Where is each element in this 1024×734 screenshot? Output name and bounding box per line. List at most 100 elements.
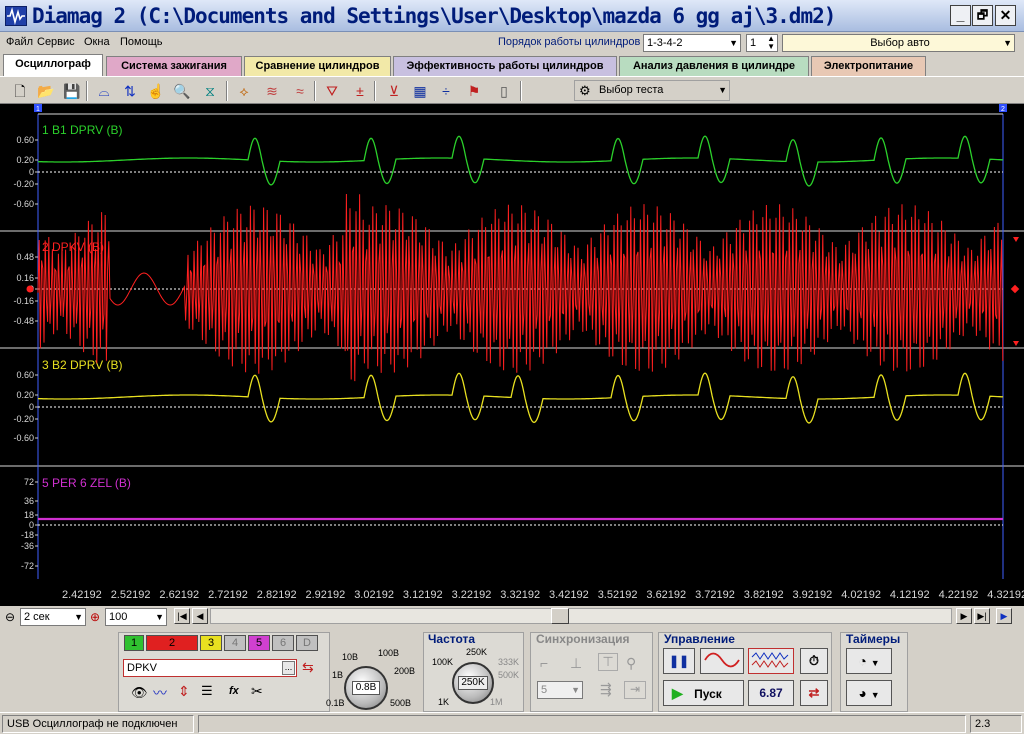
first-frame-button[interactable]: |◀ [174,608,190,624]
channel-button-1[interactable]: 1 [124,635,144,651]
sync-icon[interactable]: ⟡ [234,81,254,101]
tab-5[interactable]: Анализ давления в цилиндре [619,56,809,76]
math-function-icon[interactable]: fx [229,685,239,697]
frequency-knob[interactable]: 250K [452,662,494,704]
tab-2[interactable]: Система зажигания [106,56,242,76]
timer-1-button[interactable]: ◔ ▼ [846,648,892,674]
car-select[interactable]: Выбор авто ▼ [782,34,1015,52]
vertical-move-icon[interactable]: ⇕ [178,683,190,700]
flag-icon[interactable]: ⚑ [464,81,484,101]
channel-label: 1 B1 DPRV (B) [42,123,122,137]
invert-wave-icon[interactable]: 〰 [153,683,167,703]
divider-icon[interactable]: ÷ [436,81,456,101]
zoom-select[interactable]: 100 ▼ [105,608,167,626]
cyl-order-select[interactable]: 1-3-4-2 ▼ [643,34,741,52]
channel-button-2[interactable]: 2 [146,635,198,651]
timer-2-button[interactable]: ◕ ▼ [846,680,892,706]
waveform-mode-button[interactable] [748,648,794,674]
trigger-mode-icon[interactable]: ⊤ [598,653,618,671]
channel-button-4[interactable]: 4 [224,635,246,651]
x-tick-label: 2.62192 [159,589,199,601]
new-file-icon[interactable]: 🗋 [10,81,30,101]
voltage-knob[interactable]: 0.8B [344,666,388,710]
y-tick-label: 0.20 [16,390,34,400]
start-button[interactable]: ▶ Пуск [663,680,744,706]
grid-icon[interactable]: ▦ [410,81,430,101]
status-connection: USB Осциллограф не подключен [2,715,194,733]
y-tick-label: -36 [21,541,34,551]
status-version: 2.3 [970,715,1022,733]
y-tick-label: 0.60 [16,135,34,145]
cyl-order-label: Порядок работы цилиндров [498,36,641,48]
filter-icon[interactable]: ⧖ [200,81,220,101]
tab-6[interactable]: Электропитание [811,56,926,76]
y-tick-label: 0.60 [16,370,34,380]
y-tick-label: 0.48 [16,252,34,262]
channel-button-D[interactable]: D [296,635,318,651]
pause-icon[interactable]: ❚❚ [663,648,695,674]
rising-edge-icon[interactable]: ⌐ [540,655,548,671]
prev-frame-button[interactable]: ◀ [192,608,208,624]
menu-windows[interactable]: Окна [84,36,110,48]
channel-button-3[interactable]: 3 [200,635,222,651]
browse-button[interactable]: ... [282,661,295,675]
tab-1[interactable]: Осциллограф [3,54,103,76]
channel-button-5[interactable]: 5 [248,635,270,651]
sync-center-icon[interactable]: ⇥ [624,681,646,699]
chevron-down-icon: ▼ [571,685,580,695]
channel-name-field[interactable]: DPKV [123,659,297,677]
x-tick-label: 3.22192 [452,589,492,601]
channel-name-value: DPKV [127,662,157,674]
test-select[interactable]: Выбор теста ▼ [574,80,730,101]
trigger-probe-icon[interactable]: ⚲ [626,655,636,672]
menu-help[interactable]: Помощь [120,36,163,48]
x-tick-label: 3.52192 [598,589,638,601]
tools-icon[interactable]: ✂ [251,683,263,700]
save-icon[interactable]: 💾 [62,81,82,101]
play-button[interactable]: ▶ [996,608,1012,624]
swap-icon[interactable]: ⇆ [302,659,314,676]
cursor-a-icon[interactable]: ⌓ [94,81,114,101]
frequency-mark: 333K [498,657,520,667]
zoom-icon[interactable]: 🔍 [172,81,192,101]
smooth-icon[interactable]: ≋ [262,81,282,101]
scrollbar-thumb[interactable] [551,608,569,624]
auto-timer-icon[interactable]: ⏱ [800,648,828,674]
sync-offset-icon[interactable]: ⇶ [600,681,612,698]
car-select-label: Выбор авто [870,37,930,49]
eye-icon[interactable]: 👁 [131,685,148,701]
channel-label: 2 DPKV (B) [42,240,104,254]
test-filter-icon[interactable]: ⊻ [384,81,404,101]
next-frame-button[interactable]: ▶ [956,608,972,624]
last-frame-button[interactable]: ▶| [974,608,990,624]
page-icon[interactable]: ▯ [494,81,514,101]
oscilloscope-screen[interactable]: 1 2 0.60 0.20 0 -0.20 -0.60 1 B1 DPRV (B) 0.48 0.… [0,104,1024,606]
hand-icon[interactable]: ☝ [146,81,166,101]
tab-3[interactable]: Сравнение цилиндров [244,56,391,76]
sine-wave-button[interactable] [700,648,744,674]
zoom-out-icon[interactable]: ⊖ [5,610,15,624]
maximize-button[interactable]: 🗗 [972,5,993,26]
level-lines-icon[interactable]: ☰ [201,683,213,699]
zoom-in-icon[interactable]: ⊕ [90,610,100,624]
time-select[interactable]: 2 сек ▼ [20,608,86,626]
zero-icon[interactable]: ± [350,81,370,101]
channel-button-6[interactable]: 6 [272,635,294,651]
timeline-scrollbar[interactable] [210,608,952,624]
cursor-b-icon[interactable]: ⇅ [120,81,140,101]
tab-bar: Осциллограф Система зажигания Сравнение ци… [0,54,1024,76]
y-tick-label: -0.60 [13,433,34,443]
falling-edge-icon[interactable]: ⊥ [570,655,582,672]
sync-level-select[interactable]: 5 ▼ [537,681,583,699]
auto-run-icon[interactable]: ⇄ [800,680,828,706]
menu-service[interactable]: Сервис [37,36,75,48]
wave-icon[interactable]: ≈ [290,81,310,101]
menu-file[interactable]: Файл [6,36,33,48]
minimize-button[interactable]: _ [950,5,971,26]
tab-4[interactable]: Эффективность работы цилиндров [393,56,617,76]
timers-title: Таймеры [846,632,901,646]
close-button[interactable]: ✕ [995,5,1016,26]
open-file-icon[interactable]: 📂 [36,81,56,101]
auto-scale-icon[interactable]: ⛛ [322,81,342,101]
cyl-number-spinner[interactable]: 1 ▲ ▼ [746,34,778,52]
